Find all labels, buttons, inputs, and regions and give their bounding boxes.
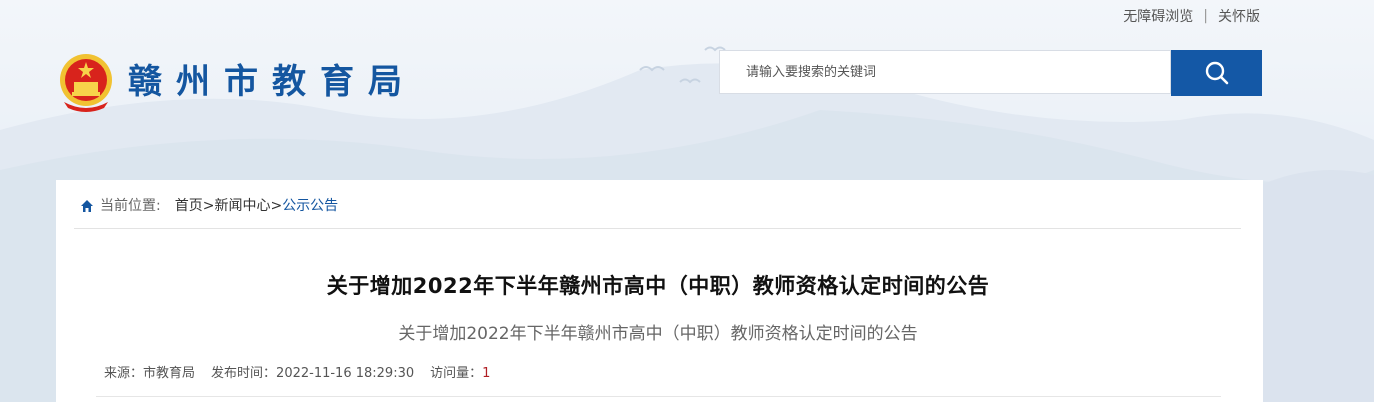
home-icon <box>81 200 93 212</box>
article-title: 关于增加2022年下半年赣州市高中（中职）教师资格认定时间的公告 <box>326 274 990 298</box>
search-icon <box>1205 61 1228 85</box>
breadcrumb-news-center[interactable]: 新闻中心 <box>214 196 270 216</box>
article-meta: 来源：市教育局 发布时间：2022-11-16 18:29:30 访问量：1 <box>104 362 506 381</box>
views-label: 访问量： <box>430 366 483 381</box>
breadcrumb-announcements[interactable]: 公示公告 <box>282 196 338 216</box>
breadcrumb-label: 当前位置: <box>100 198 161 214</box>
accessible-browse-link[interactable]: 无障碍浏览 <box>1123 6 1193 26</box>
meta-divider <box>96 396 1221 397</box>
national-emblem-icon <box>60 54 112 112</box>
breadcrumb: 当前位置: 首页 > 新闻中心 > 公示公告 <box>80 196 338 216</box>
care-version-link[interactable]: 关怀版 <box>1218 6 1260 26</box>
views-count: 1 <box>482 366 491 381</box>
meta-views: 访问量：1 <box>430 362 490 381</box>
top-links: 无障碍浏览 | 关怀版 <box>1123 6 1260 26</box>
article-subtitle: 关于增加2022年下半年赣州市高中（中职）教师资格认定时间的公告 <box>398 324 918 344</box>
breadcrumb-separator: > <box>270 198 283 214</box>
search-button[interactable] <box>1171 50 1262 96</box>
date-label: 发布时间： <box>211 366 277 381</box>
source-label: 来源： <box>104 366 144 381</box>
meta-source: 来源：市教育局 <box>104 362 195 381</box>
meta-date: 发布时间：2022-11-16 18:29:30 <box>211 362 414 381</box>
breadcrumb-divider <box>74 228 1241 229</box>
site-title[interactable]: 赣州市教育局 <box>128 62 416 102</box>
breadcrumb-separator: > <box>202 198 215 214</box>
source-value: 市教育局 <box>143 366 196 381</box>
breadcrumb-home[interactable]: 首页 <box>175 196 203 216</box>
date-value: 2022-11-16 18:29:30 <box>276 366 415 381</box>
top-links-separator: | <box>1203 8 1208 24</box>
search-input[interactable] <box>719 50 1171 94</box>
